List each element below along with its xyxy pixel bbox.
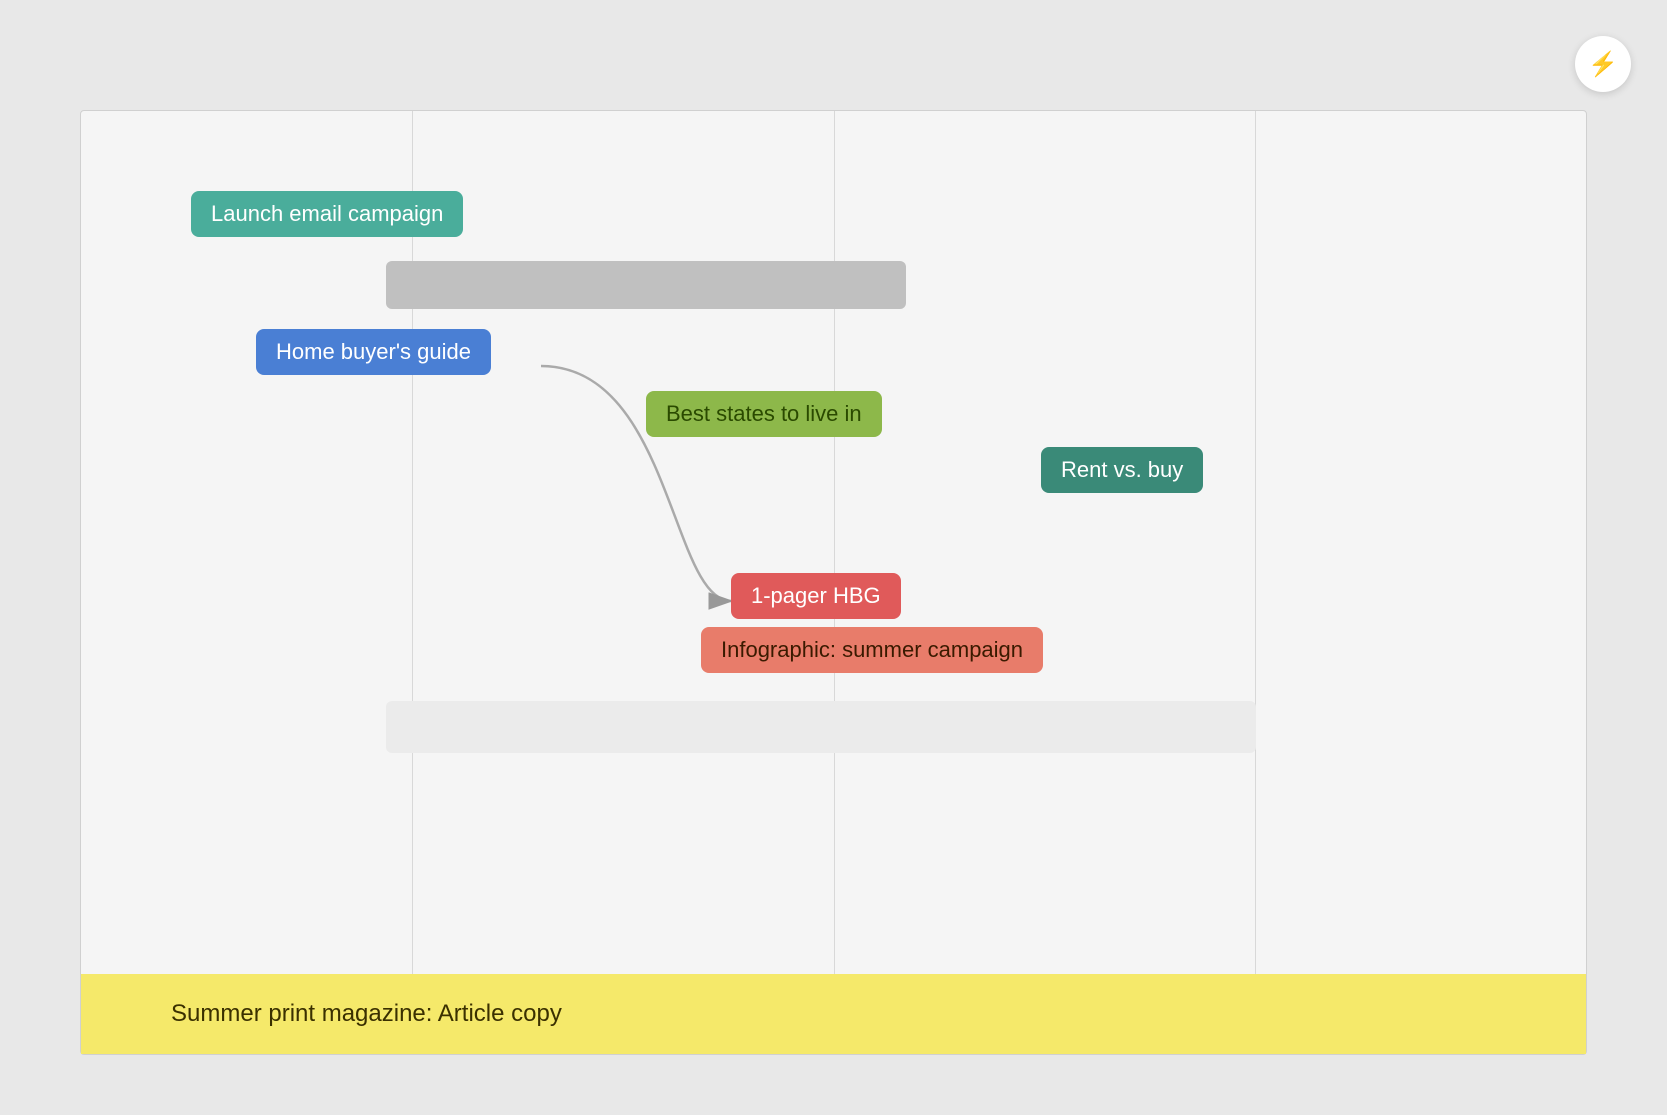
main-canvas: Launch email campaign Home buyer's guide… <box>80 110 1587 1055</box>
lightning-button[interactable]: ⚡ <box>1575 36 1631 92</box>
chip-gray-bar-2 <box>386 701 1256 753</box>
bottom-bar-label: Summer print magazine: Article copy <box>171 1000 562 1028</box>
chip-rent-vs-buy[interactable]: Rent vs. buy <box>1041 447 1203 493</box>
chip-launch-email[interactable]: Launch email campaign <box>191 191 463 237</box>
chip-one-pager[interactable]: 1-pager HBG <box>731 573 901 619</box>
chip-home-buyers[interactable]: Home buyer's guide <box>256 329 491 375</box>
grid-line-1 <box>412 111 413 1054</box>
chip-label: Infographic: summer campaign <box>721 637 1023 663</box>
chip-label: Home buyer's guide <box>276 339 471 365</box>
chip-label: 1-pager HBG <box>751 583 881 609</box>
chip-label: Best states to live in <box>666 401 862 427</box>
chip-gray-bar-1 <box>386 261 906 309</box>
bottom-bar[interactable]: Summer print magazine: Article copy <box>81 974 1586 1054</box>
grid-line-3 <box>1255 111 1256 1054</box>
chip-infographic[interactable]: Infographic: summer campaign <box>701 627 1043 673</box>
chip-best-states[interactable]: Best states to live in <box>646 391 882 437</box>
chip-label: Launch email campaign <box>211 201 443 227</box>
chip-label: Rent vs. buy <box>1061 457 1183 483</box>
lightning-icon: ⚡ <box>1588 50 1618 79</box>
